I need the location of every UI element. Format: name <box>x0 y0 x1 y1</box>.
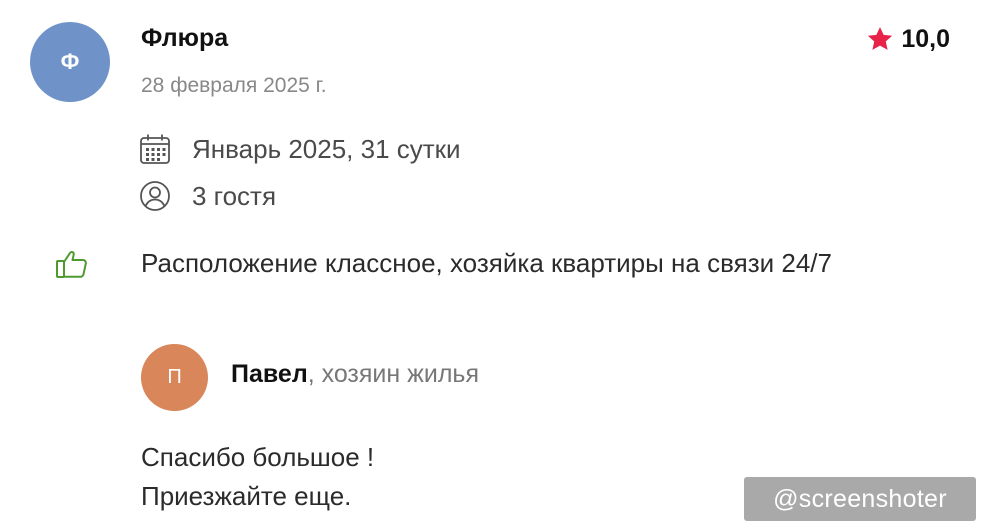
author-avatar: Ф <box>30 22 110 102</box>
reply-line: Приезжайте еще. <box>141 481 352 511</box>
host-role: , хозяин жилья <box>307 360 479 388</box>
host-avatar: П <box>141 344 208 411</box>
stay-period: Январь 2025, 31 сутки <box>138 132 461 166</box>
host-reply: Спасибо большое ! Приезжайте еще. <box>141 438 374 516</box>
guests-count-text: 3 гостя <box>192 180 277 211</box>
review-text: Расположение классное, хозяйка квартиры … <box>141 248 832 278</box>
guests-count: 3 гостя <box>138 179 276 213</box>
review-date: 28 февраля 2025 г. <box>141 74 327 97</box>
host-name[interactable]: Павел <box>231 360 308 388</box>
stay-period-text: Январь 2025, 31 сутки <box>192 133 461 164</box>
rating: 10,0 <box>865 24 950 54</box>
author-name[interactable]: Флюра <box>141 24 228 53</box>
rating-value: 10,0 <box>901 24 950 53</box>
thumbs-up-icon <box>56 251 87 278</box>
host-header: Павел, хозяин жилья <box>231 360 479 389</box>
calendar-icon <box>140 134 170 164</box>
reply-line: Спасибо большое ! <box>141 442 375 472</box>
watermark: @screenshoter <box>744 477 976 521</box>
star-icon <box>868 27 893 50</box>
user-icon <box>140 181 170 211</box>
